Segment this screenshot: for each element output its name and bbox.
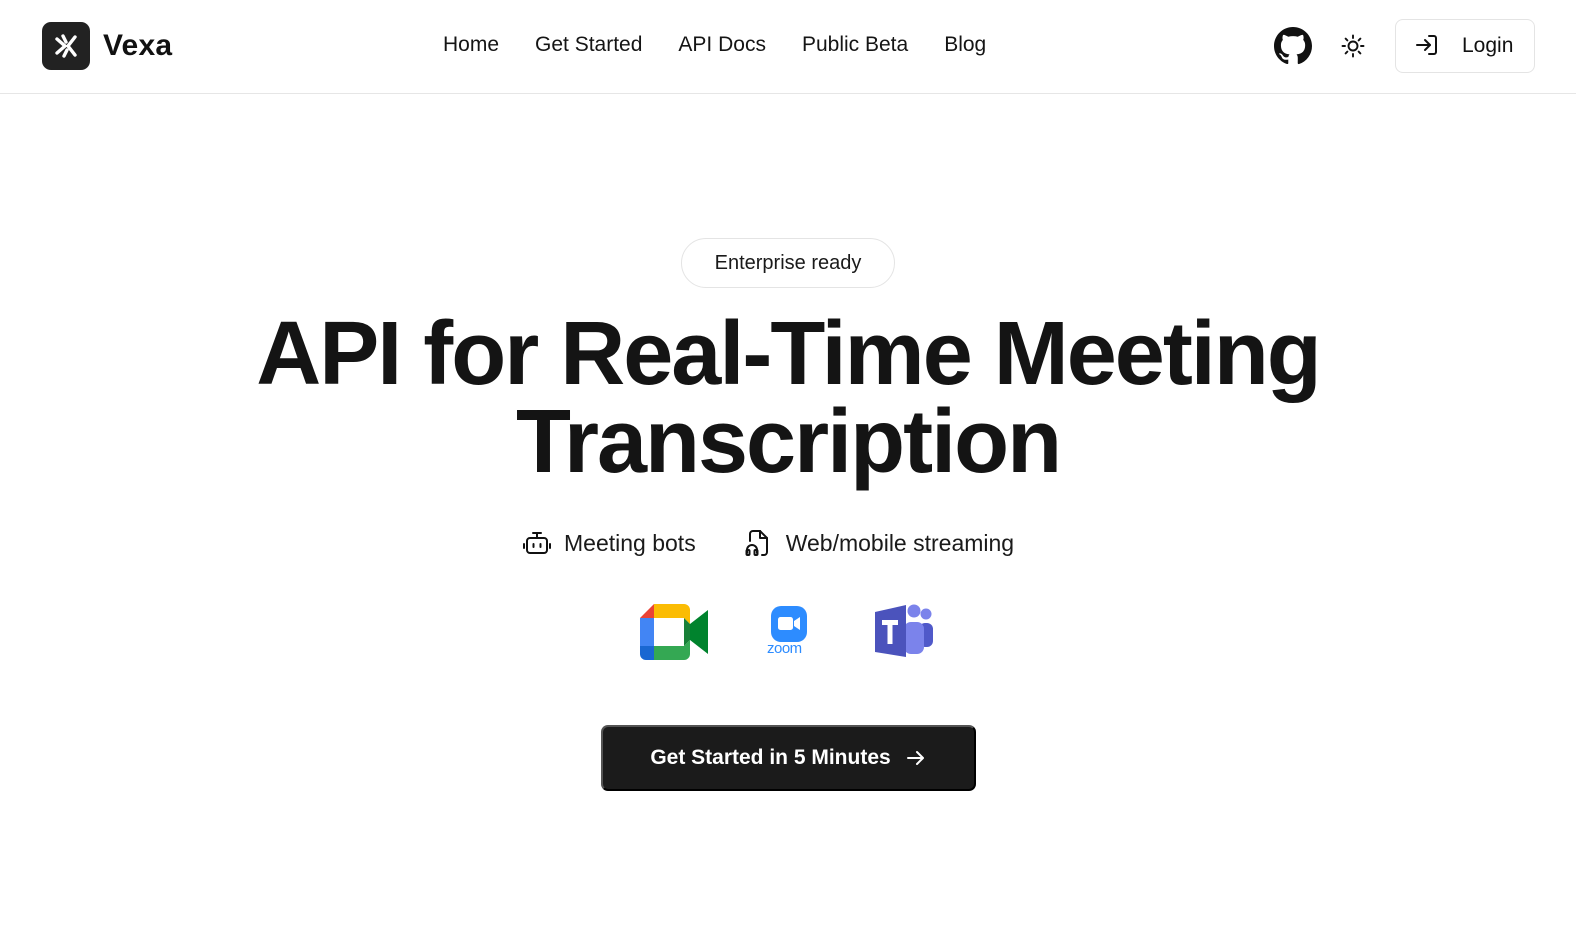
sun-icon[interactable] [1340,33,1366,59]
nav-get-started[interactable]: Get Started [535,32,642,58]
feature-meeting-bots-label: Meeting bots [564,529,696,556]
github-icon[interactable] [1274,27,1312,65]
nav-public-beta[interactable]: Public Beta [802,32,908,58]
nav-blog[interactable]: Blog [944,32,986,58]
hero-title-line-2: Transcription [515,392,1062,492]
feature-list: Meeting bots Web/mobile streaming [522,528,1014,558]
login-label: Login [1462,34,1514,57]
cta-label: Get Started in 5 Minutes [650,746,891,769]
arrow-right-icon [906,751,924,765]
login-icon [1414,32,1440,61]
hero-title-line-1: API for Real-Time Meeting [256,304,1322,404]
zoom-wordmark: zoom [767,640,802,657]
platform-logos: zoom [0,600,1576,664]
feature-streaming: Web/mobile streaming [744,528,1014,558]
site-header: Vexa Home Get Started API Docs Public Be… [0,0,1576,94]
login-button[interactable]: Login [1395,19,1535,73]
file-audio-icon [745,530,768,556]
nav-home[interactable]: Home [443,32,499,58]
main-nav: Home Get Started API Docs Public Beta Bl… [443,32,986,58]
enterprise-badge: Enterprise ready [681,238,895,288]
google-meet-logo-icon [640,604,708,665]
microsoft-teams-logo-icon [874,602,936,665]
feature-streaming-label: Web/mobile streaming [785,529,1015,556]
nav-api-docs[interactable]: API Docs [678,32,766,58]
brand-home-link[interactable]: Vexa [42,22,172,70]
feature-meeting-bots: Meeting bots [522,528,696,558]
hero-title: API for Real-Time Meeting Transcription [188,309,1388,487]
vexa-logo-icon [42,22,90,70]
bot-icon [523,532,551,554]
brand-name: Vexa [103,29,173,62]
get-started-cta-button[interactable]: Get Started in 5 Minutes [601,725,976,791]
